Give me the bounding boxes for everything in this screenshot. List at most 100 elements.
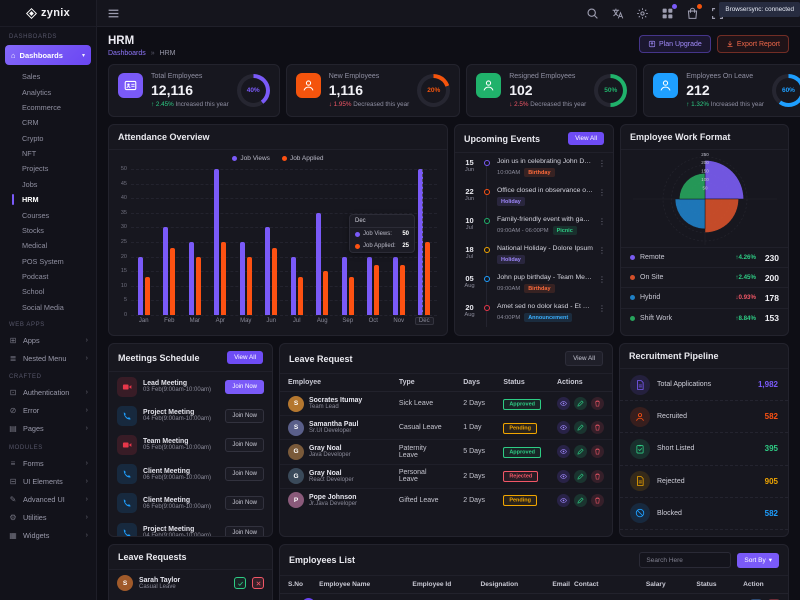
svg-text:50: 50 xyxy=(702,185,708,190)
sidebar-item-courses[interactable]: Courses xyxy=(0,207,96,222)
hamburger-menu-icon[interactable] xyxy=(107,7,120,20)
event-month: Jun xyxy=(462,167,477,173)
download-icon xyxy=(726,40,734,48)
sidebar-item-jobs[interactable]: Jobs xyxy=(0,177,96,192)
chart-tooltip: DecJob Views:50Job Applied:25 xyxy=(349,214,415,253)
sidebar-item-analytics[interactable]: Analytics xyxy=(0,84,96,99)
settings-gear-icon[interactable] xyxy=(636,7,649,20)
sidebar-item-stocks[interactable]: Stocks xyxy=(0,223,96,238)
sidebar-item-crypto[interactable]: Crypto xyxy=(0,131,96,146)
meetings-view-all-button[interactable]: View All xyxy=(227,351,263,364)
sidebar-item-crm[interactable]: CRM xyxy=(0,115,96,130)
join-now-button[interactable]: Join Now xyxy=(225,526,264,537)
event-marker-icon xyxy=(484,247,490,253)
radial-progress: 40% xyxy=(237,74,270,107)
view-button[interactable] xyxy=(557,494,570,507)
view-button[interactable] xyxy=(557,421,570,434)
events-title: Upcoming Events xyxy=(464,134,540,144)
x-tick: Aug xyxy=(317,318,328,324)
apps-grid-icon[interactable] xyxy=(661,7,674,20)
leave-request-row: SSocrates ItumayTeam LeadSick Leave2 Day… xyxy=(280,392,612,416)
event-title: Amet sed no dolor kasd - Et Dolor... xyxy=(497,303,593,310)
sidebar-item-sales[interactable]: Sales xyxy=(0,69,96,84)
logo[interactable]: zynix xyxy=(0,0,96,27)
translate-icon[interactable] xyxy=(611,7,624,20)
sidebar-item-ecommerce[interactable]: Ecommerce xyxy=(0,100,96,115)
sidebar-item-hrm[interactable]: HRM xyxy=(0,192,96,207)
events-view-all-button[interactable]: View All xyxy=(568,132,604,145)
join-now-button[interactable]: Join Now xyxy=(225,467,264,481)
reject-button[interactable] xyxy=(252,577,264,589)
search-icon[interactable] xyxy=(586,7,599,20)
more-options-icon[interactable]: ⋮ xyxy=(598,303,606,322)
work-format-label: On Site xyxy=(640,274,663,281)
sidebar-item-forms[interactable]: ≡Forms› xyxy=(0,454,96,472)
employees-column-header: Designation xyxy=(480,581,548,588)
sidebar-item-podcast[interactable]: Podcast xyxy=(0,269,96,284)
more-options-icon[interactable]: ⋮ xyxy=(598,274,606,293)
sidebar-item-social-media[interactable]: Social Media xyxy=(0,300,96,315)
meeting-row: Project Meeting04 Feb(9:00am-10:00am)Joi… xyxy=(109,518,272,537)
sidebar-item-nested-menu[interactable]: ≣Nested Menu› xyxy=(0,349,96,367)
sidebar-item-school[interactable]: School xyxy=(0,284,96,299)
sidebar-item-pages[interactable]: ▤Pages› xyxy=(0,420,96,438)
sidebar-item-projects[interactable]: Projects xyxy=(0,161,96,176)
delete-button[interactable] xyxy=(591,494,604,507)
edit-button[interactable] xyxy=(574,470,587,483)
sidebar-item-widgets[interactable]: ▦Widgets› xyxy=(0,527,96,545)
y-tick: 25 xyxy=(115,239,127,245)
sidebar-item-authentication[interactable]: ⊡Authentication› xyxy=(0,383,96,401)
view-button[interactable] xyxy=(557,445,570,458)
recruitment-label: Blocked xyxy=(657,510,682,517)
legend-item: Job Views xyxy=(232,155,270,162)
edit-button[interactable] xyxy=(574,397,587,410)
join-now-button[interactable]: Join Now xyxy=(225,409,264,423)
main: Browsersync: connected HRM Dashboards » … xyxy=(97,0,800,600)
breadcrumb-dashboards[interactable]: Dashboards xyxy=(108,50,146,57)
more-options-icon[interactable]: ⋮ xyxy=(598,216,606,235)
approve-button[interactable] xyxy=(234,577,246,589)
bar xyxy=(170,248,175,315)
edit-button[interactable] xyxy=(574,421,587,434)
delete-button[interactable] xyxy=(591,470,604,483)
sidebar-item-error[interactable]: ⊘Error› xyxy=(0,402,96,420)
employees-sort-button[interactable]: Sort By▾ xyxy=(737,553,779,568)
export-report-button[interactable]: Export Report xyxy=(717,35,789,53)
stat-card-2: New Employees1,116↓ 1.95% Decreased this… xyxy=(286,64,461,117)
plan-upgrade-button[interactable]: Plan Upgrade xyxy=(639,35,711,53)
edit-button[interactable] xyxy=(574,445,587,458)
sidebar-item-utilities[interactable]: ⚙Utilities› xyxy=(0,509,96,527)
last-row: Leave Requests SSarah TaylorCasual Leave… xyxy=(108,544,789,600)
sidebar-item-advanced-ui[interactable]: ✎Advanced UI› xyxy=(0,490,96,508)
sidebar-item-pos-system[interactable]: POS System xyxy=(0,254,96,269)
breadcrumb: Dashboards » HRM xyxy=(108,50,176,57)
sidebar-item-dashboards[interactable]: ⌂ Dashboards ▾ xyxy=(5,45,91,65)
apps-badge xyxy=(672,4,677,9)
event-marker-icon xyxy=(484,218,490,224)
more-options-icon[interactable]: ⋮ xyxy=(598,158,606,177)
sidebar-item-ui-elements[interactable]: ⊟UI Elements› xyxy=(0,472,96,490)
edit-button[interactable] xyxy=(574,494,587,507)
delete-button[interactable] xyxy=(591,421,604,434)
join-now-button[interactable]: Join Now xyxy=(225,496,264,510)
leave-request-row: GGray NoalReact DeveloperPersonal Leave2… xyxy=(280,464,612,488)
delete-button[interactable] xyxy=(591,445,604,458)
join-now-button[interactable]: Join Now xyxy=(225,380,264,394)
more-options-icon[interactable]: ⋮ xyxy=(598,245,606,264)
meeting-time: 05 Feb(9:00am-10:00am) xyxy=(143,445,219,451)
sidebar-item-medical[interactable]: Medical xyxy=(0,238,96,253)
leave-request-view-all-button[interactable]: View All xyxy=(565,351,603,366)
sidebar-item-nft[interactable]: NFT xyxy=(0,146,96,161)
sidebar-item-apps[interactable]: ⊞Apps› xyxy=(0,331,96,349)
leave-request-row: SSamantha PaulSr.UI DeveloperCasual Leav… xyxy=(280,416,612,440)
shopping-bag-icon[interactable] xyxy=(686,7,699,20)
employees-search-input[interactable] xyxy=(639,552,731,568)
event-day: 05 xyxy=(462,274,477,283)
x-tick: Nov xyxy=(393,318,404,324)
join-now-button[interactable]: Join Now xyxy=(225,438,264,452)
view-button[interactable] xyxy=(557,470,570,483)
stat-value: 1,116 xyxy=(329,82,410,98)
view-button[interactable] xyxy=(557,397,570,410)
more-options-icon[interactable]: ⋮ xyxy=(598,187,606,206)
delete-button[interactable] xyxy=(591,397,604,410)
